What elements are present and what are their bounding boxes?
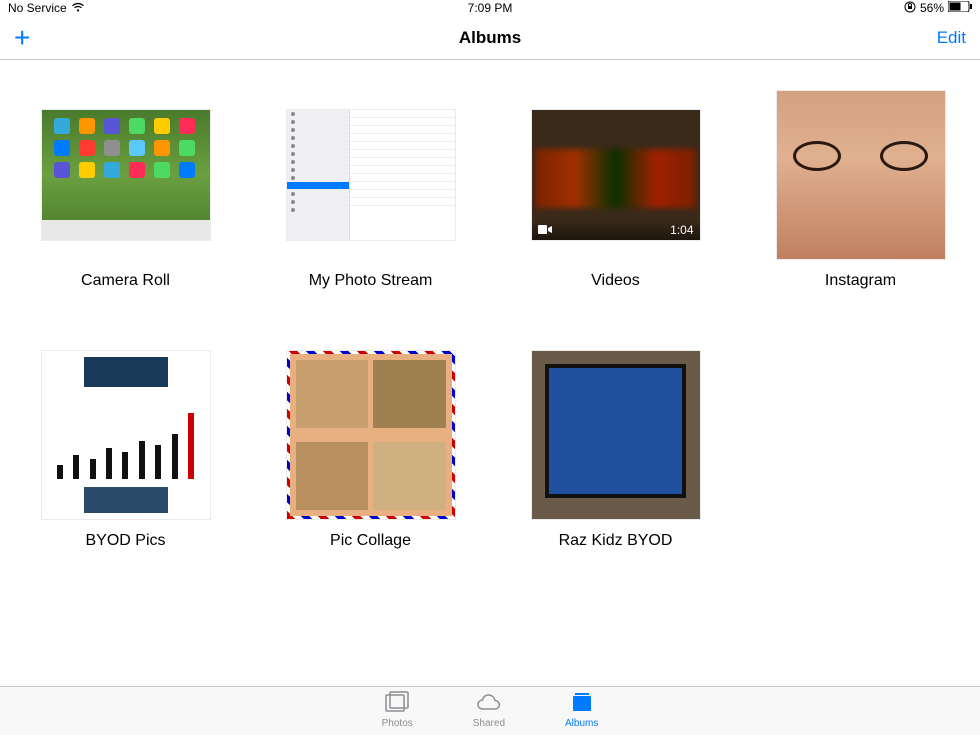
tab-photos[interactable]: Photos <box>382 691 413 735</box>
albums-grid: Camera Roll My Photo Stream 1:04 Vi <box>0 60 980 550</box>
edit-button[interactable]: Edit <box>937 28 966 48</box>
page-title: Albums <box>459 28 521 48</box>
nav-bar: + Albums Edit <box>0 16 980 60</box>
album-title: Raz Kidz BYOD <box>559 532 673 550</box>
album-byod-pics[interactable]: BYOD Pics <box>38 350 213 550</box>
album-thumbnail: 1:04 <box>532 110 700 240</box>
album-title: Camera Roll <box>81 272 170 290</box>
album-title: My Photo Stream <box>309 272 433 290</box>
album-camera-roll[interactable]: Camera Roll <box>38 90 213 290</box>
battery-icon <box>948 1 972 15</box>
album-thumbnail <box>287 110 455 240</box>
album-thumbnail <box>777 91 945 259</box>
album-raz-kidz[interactable]: Raz Kidz BYOD <box>528 350 703 550</box>
cloud-icon <box>476 691 502 718</box>
album-thumbnail <box>42 110 210 240</box>
photos-icon <box>384 691 410 718</box>
tab-albums[interactable]: Albums <box>565 691 598 735</box>
albums-icon <box>569 691 595 718</box>
album-title: Pic Collage <box>330 532 411 550</box>
album-thumbnail <box>532 351 700 519</box>
album-photo-stream[interactable]: My Photo Stream <box>283 90 458 290</box>
wifi-icon <box>71 1 85 15</box>
video-camera-icon <box>538 223 552 237</box>
clock: 7:09 PM <box>468 1 513 15</box>
tab-shared[interactable]: Shared <box>473 691 505 735</box>
album-thumbnail <box>287 351 455 519</box>
status-bar: No Service 7:09 PM 56% <box>0 0 980 16</box>
album-videos[interactable]: 1:04 Videos <box>528 90 703 290</box>
tab-label: Albums <box>565 718 598 729</box>
album-pic-collage[interactable]: Pic Collage <box>283 350 458 550</box>
album-thumbnail <box>42 351 210 519</box>
tab-label: Shared <box>473 718 505 729</box>
video-duration: 1:04 <box>670 223 693 237</box>
add-album-button[interactable]: + <box>14 24 30 52</box>
album-title: Instagram <box>825 272 896 290</box>
carrier-label: No Service <box>8 1 67 15</box>
orientation-lock-icon <box>904 1 916 16</box>
battery-percent: 56% <box>920 1 944 15</box>
tab-bar: Photos Shared Albums <box>0 686 980 735</box>
tab-label: Photos <box>382 718 413 729</box>
album-instagram[interactable]: Instagram <box>773 90 948 290</box>
album-title: Videos <box>591 272 640 290</box>
album-title: BYOD Pics <box>85 532 165 550</box>
